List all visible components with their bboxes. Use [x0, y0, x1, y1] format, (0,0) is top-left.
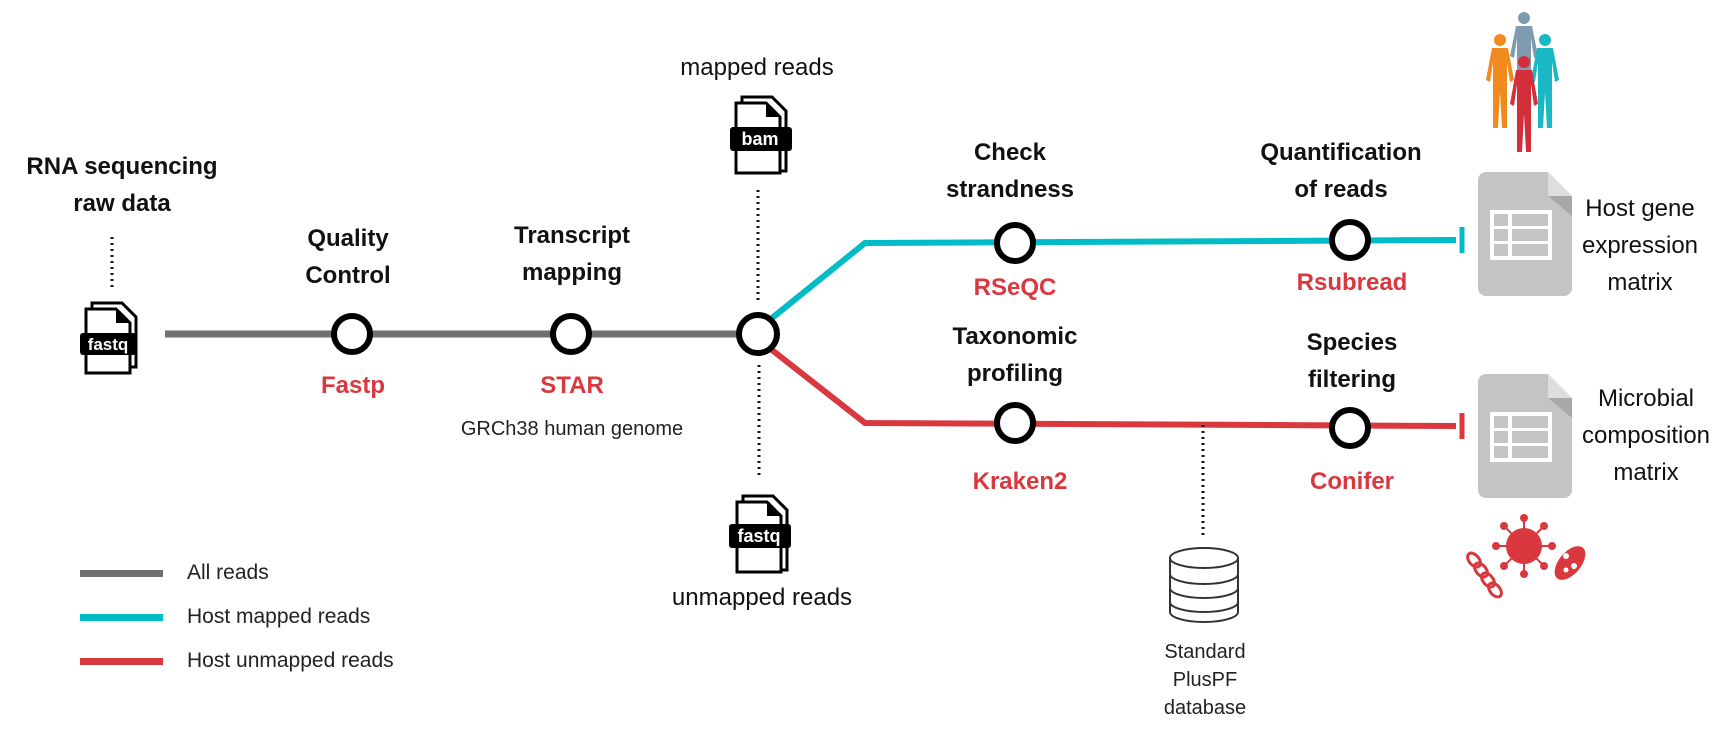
legend-swatch — [80, 613, 163, 621]
svg-text:bam: bam — [741, 129, 778, 149]
human-figures-icon — [1486, 12, 1559, 152]
legend-label: All reads — [187, 561, 269, 584]
bam-file-icon: bam — [730, 95, 792, 175]
reference-genome-note: GRCh38 human genome — [460, 418, 684, 440]
legend-item-all-reads: All reads — [80, 558, 269, 588]
legend-label: Host mapped reads — [187, 605, 371, 628]
tool-fastp[interactable]: Fastp — [321, 372, 385, 400]
node-check-strandness[interactable] — [994, 222, 1036, 264]
legend-item-host-mapped: Host mapped reads — [80, 602, 370, 632]
output-label-microbial: Microbial composition matrix — [1581, 385, 1711, 486]
step-title-quality-control: Quality Control — [305, 225, 391, 289]
node-junction[interactable] — [736, 312, 780, 356]
step-title-transcript-mapping: Transcript mapping — [513, 222, 631, 286]
database-icon — [1169, 547, 1239, 623]
step-title-taxonomic-profiling: Taxonomic profiling — [952, 323, 1078, 387]
tool-conifer[interactable]: Conifer — [1310, 468, 1394, 496]
step-title-check-strandness: Check strandness — [945, 139, 1075, 203]
svg-text:fastq: fastq — [88, 335, 129, 354]
node-species-filtering[interactable] — [1329, 407, 1371, 449]
legend-label: Host unmapped reads — [187, 649, 394, 672]
fastq-file-icon: fastq — [80, 301, 138, 375]
tool-rseqc[interactable]: RSeQC — [974, 274, 1057, 302]
node-transcript-mapping[interactable] — [550, 313, 592, 355]
legend-item-host-unmapped: Host unmapped reads — [80, 646, 394, 676]
spreadsheet-icon — [1478, 172, 1572, 296]
database-label: Standard PlusPF database — [1163, 641, 1247, 719]
legend-swatch — [80, 657, 163, 665]
legend-swatch — [80, 569, 163, 577]
step-title-quantification: Quantification of reads — [1260, 139, 1422, 203]
tool-star[interactable]: STAR — [540, 372, 604, 400]
microbes-icon — [1466, 514, 1586, 599]
pipeline-diagram: fastq bam fastq — [80, 12, 1586, 623]
tool-kraken2[interactable]: Kraken2 — [973, 468, 1068, 496]
mapped-reads-label: mapped reads — [680, 54, 834, 81]
svg-text:fastq: fastq — [737, 526, 780, 546]
node-taxonomic-profiling[interactable] — [994, 402, 1036, 444]
tool-rsubread[interactable]: Rsubread — [1297, 269, 1408, 297]
unmapped-reads-label: unmapped reads — [671, 584, 853, 611]
output-label-host: Host gene expression matrix — [1581, 195, 1699, 296]
fastq-file-icon: fastq — [729, 494, 791, 574]
node-quality-control[interactable] — [331, 313, 373, 355]
source-label: RNA sequencing raw data — [26, 153, 218, 217]
step-title-species-filtering: Species filtering — [1306, 329, 1398, 393]
node-quantification[interactable] — [1329, 219, 1371, 261]
spreadsheet-icon — [1478, 374, 1572, 498]
